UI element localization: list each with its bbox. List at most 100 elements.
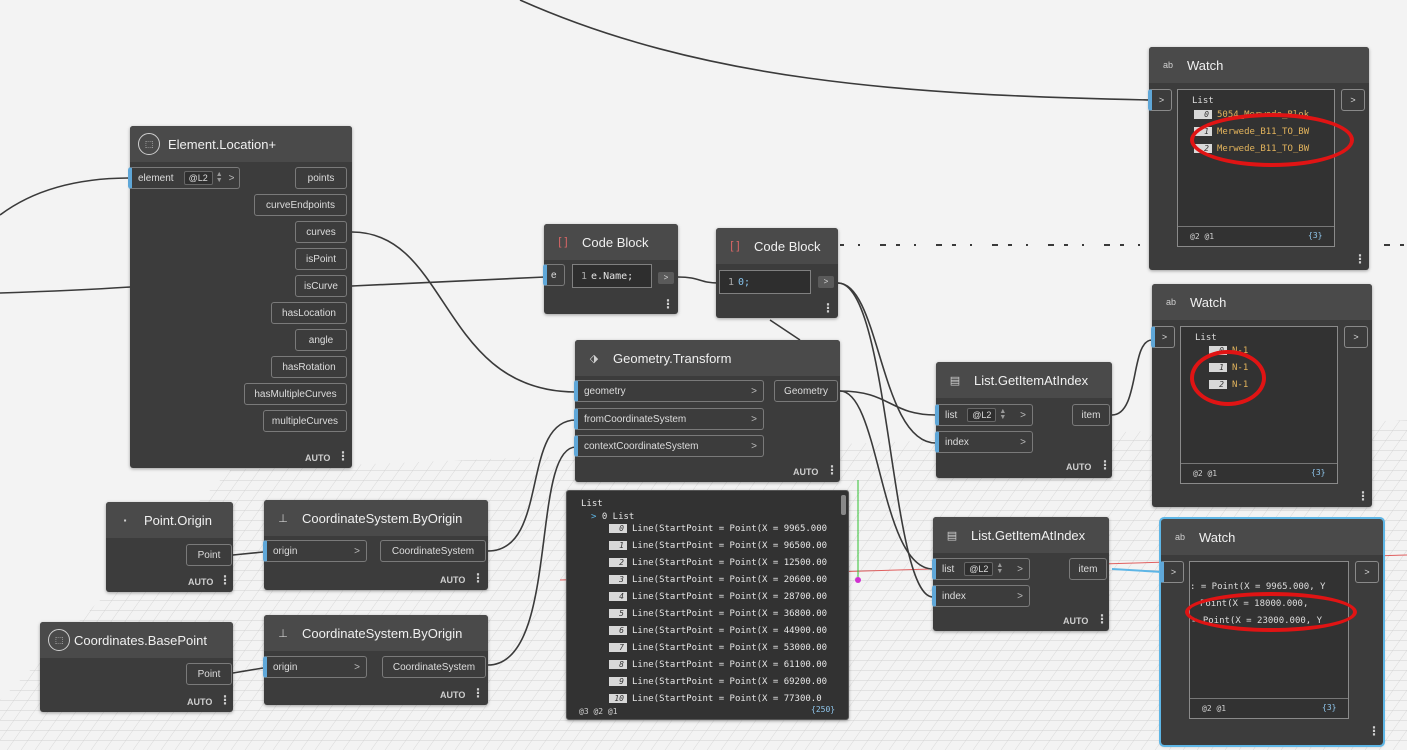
- node-title: Watch: [1187, 57, 1224, 73]
- element-input-port[interactable]: element @L2 ▲ ▼ >: [128, 167, 240, 189]
- lacing-auto-label: AUTO: [1063, 616, 1089, 626]
- input-port-list[interactable]: list @L2 ▲ ▼ >: [932, 558, 1030, 580]
- watch-output-port[interactable]: >: [1355, 561, 1379, 583]
- output-port-coordinatesystem[interactable]: CoordinateSystem: [382, 656, 486, 678]
- revit-element-icon: ⬚: [48, 629, 70, 651]
- lacing-badge[interactable]: @L2: [964, 562, 994, 576]
- list-count: {3}: [1311, 468, 1326, 477]
- output-port-point[interactable]: Point: [186, 544, 232, 566]
- input-port-index[interactable]: index >: [932, 585, 1030, 607]
- input-port-list[interactable]: list @L2 ▲ ▼ >: [935, 404, 1033, 426]
- more-menu-icon[interactable]: ⋮: [1357, 490, 1369, 502]
- list-label: List: [1192, 96, 1214, 106]
- level-spinner-icon[interactable]: ▲ ▼: [999, 408, 1006, 421]
- chevron-right-icon: >: [1017, 563, 1023, 575]
- geometry-transform-node[interactable]: ⬗ Geometry.Transform geometry > fromCoordi…: [574, 340, 840, 482]
- watch-icon: ab: [1162, 60, 1173, 70]
- panel-divider: [1181, 463, 1337, 464]
- more-menu-icon[interactable]: ⋮: [219, 694, 231, 706]
- input-port-contextcoordinatesystem[interactable]: contextCoordinateSystem >: [574, 435, 764, 457]
- code-block-node-2[interactable]: [ ] Code Block 1 0; > ⋮: [716, 228, 838, 318]
- output-port-ispoint[interactable]: isPoint: [295, 248, 347, 270]
- list-levels: @2 @1: [1202, 704, 1227, 713]
- coordinatesystem-byorigin-node-1[interactable]: ⊥ CoordinateSystem.ByOrigin origin > Coord…: [263, 500, 488, 590]
- lacing-auto-label: AUTO: [440, 575, 466, 585]
- point-origin-node[interactable]: ▪ Point.Origin Point AUTO ⋮: [106, 502, 233, 592]
- code-editor[interactable]: 1 e.Name;: [572, 264, 652, 288]
- watch-output-panel[interactable]: List 0 N-1 1 N-1 2 N-1 @2 @1 {3}: [1180, 326, 1338, 484]
- code-block-node-1[interactable]: [ ] Code Block e 1 e.Name; > ⋮: [543, 224, 678, 314]
- output-port-point[interactable]: Point: [186, 663, 232, 685]
- output-port-coordinatesystem[interactable]: CoordinateSystem: [380, 540, 486, 562]
- watch-node-3[interactable]: ab Watch > > : = Point(X = 9965.000, Y Po…: [1159, 517, 1385, 747]
- more-menu-icon[interactable]: ⋮: [472, 572, 484, 584]
- list-count: {3}: [1322, 703, 1337, 712]
- list-getitematindex-node-1[interactable]: ▤ List.GetItemAtIndex list @L2 ▲ ▼ > index > i…: [935, 362, 1112, 478]
- input-port-origin[interactable]: origin >: [263, 656, 367, 678]
- node-title: Coordinates.BasePoint: [74, 632, 207, 648]
- input-port-geometry[interactable]: geometry >: [574, 380, 764, 402]
- watch-icon: ab: [1165, 297, 1176, 307]
- list-levels: @3 @2 @1: [579, 707, 618, 716]
- level-spinner-icon[interactable]: ▲ ▼: [996, 562, 1003, 575]
- chevron-right-icon: >: [228, 172, 235, 184]
- code-block-icon: [ ]: [730, 240, 740, 252]
- list-icon: ▤: [949, 374, 961, 387]
- output-port-geometry[interactable]: Geometry: [774, 380, 838, 402]
- level-spinner-icon[interactable]: ▲ ▼: [216, 171, 223, 184]
- input-port-index[interactable]: index >: [935, 431, 1033, 453]
- more-menu-icon[interactable]: ⋮: [337, 450, 349, 462]
- node-title: Watch: [1199, 529, 1236, 545]
- output-port-item[interactable]: item: [1069, 558, 1107, 580]
- more-menu-icon[interactable]: ⋮: [662, 298, 674, 310]
- watch-output-port[interactable]: >: [1344, 326, 1368, 348]
- input-port-fromcoordinatesystem[interactable]: fromCoordinateSystem >: [574, 408, 764, 430]
- watch-input-port[interactable]: >: [1151, 326, 1175, 348]
- output-port-hasrotation[interactable]: hasRotation: [271, 356, 347, 378]
- more-menu-icon[interactable]: ⋮: [1096, 613, 1108, 625]
- node-title: Watch: [1190, 294, 1227, 310]
- more-menu-icon[interactable]: ⋮: [1368, 725, 1380, 737]
- node-title: CoordinateSystem.ByOrigin: [302, 625, 463, 641]
- watch-node-2[interactable]: ab Watch > > List 0 N-1 1 N-1 2 N-1 @2 @1 {3…: [1151, 284, 1372, 507]
- output-port-curveendpoints[interactable]: curveEndpoints: [254, 194, 347, 216]
- output-port-hasmultiplecurves[interactable]: hasMultipleCurves: [244, 383, 347, 405]
- watch-output-panel[interactable]: : = Point(X = 9965.000, Y Point(X = 1800…: [1189, 561, 1349, 719]
- more-menu-icon[interactable]: ⋮: [219, 574, 231, 586]
- input-port-e[interactable]: e: [543, 264, 565, 286]
- code-editor[interactable]: 1 0;: [719, 270, 811, 294]
- list-icon: ▤: [946, 529, 958, 542]
- output-port-item[interactable]: item: [1072, 404, 1110, 426]
- preview-sublist-label[interactable]: > 0 List: [591, 512, 634, 522]
- output-port-multiplecurves[interactable]: multipleCurves: [263, 410, 347, 432]
- output-port-angle[interactable]: angle: [295, 329, 347, 351]
- more-menu-icon[interactable]: ⋮: [826, 464, 838, 476]
- output-port-chevron-icon[interactable]: >: [658, 272, 674, 284]
- more-menu-icon[interactable]: ⋮: [1354, 253, 1366, 265]
- chevron-right-icon: >: [751, 440, 757, 452]
- coordinates-basepoint-node[interactable]: ⬚ Coordinates.BasePoint Point AUTO ⋮: [40, 622, 233, 712]
- more-menu-icon[interactable]: ⋮: [472, 687, 484, 699]
- watch-input-port[interactable]: >: [1148, 89, 1172, 111]
- output-port-iscurve[interactable]: isCurve: [295, 275, 347, 297]
- more-menu-icon[interactable]: ⋮: [822, 302, 834, 314]
- element-location-node[interactable]: ⬚ Element.Location+ element @L2 ▲ ▼ > poin…: [128, 126, 352, 468]
- more-menu-icon[interactable]: ⋮: [1099, 459, 1111, 471]
- watch-input-port[interactable]: >: [1160, 561, 1184, 583]
- preview-list-row: 7 Line(StartPoint = Point(X = 53000.00: [609, 643, 827, 653]
- input-port-origin[interactable]: origin >: [263, 540, 367, 562]
- scrollbar[interactable]: [841, 495, 846, 515]
- output-port-curves[interactable]: curves: [295, 221, 347, 243]
- output-port-points[interactable]: points: [295, 167, 347, 189]
- output-port-chevron-icon[interactable]: >: [818, 276, 834, 288]
- coordinatesystem-byorigin-node-2[interactable]: ⊥ CoordinateSystem.ByOrigin origin > Coord…: [263, 615, 488, 705]
- list-getitematindex-node-2[interactable]: ▤ List.GetItemAtIndex list @L2 ▲ ▼ > index > i…: [932, 517, 1109, 631]
- preview-list-row: 10 Line(StartPoint = Point(X = 77300.0: [609, 694, 822, 704]
- chevron-right-icon: >: [751, 413, 757, 425]
- lacing-badge[interactable]: @L2: [967, 408, 997, 422]
- node-title: Code Block: [754, 238, 821, 254]
- lacing-badge[interactable]: @L2: [183, 171, 213, 185]
- watch-output-port[interactable]: >: [1341, 89, 1365, 111]
- geometry-preview-bubble[interactable]: List > 0 List 0 Line(StartPoint = Point(X…: [566, 490, 849, 720]
- output-port-haslocation[interactable]: hasLocation: [271, 302, 347, 324]
